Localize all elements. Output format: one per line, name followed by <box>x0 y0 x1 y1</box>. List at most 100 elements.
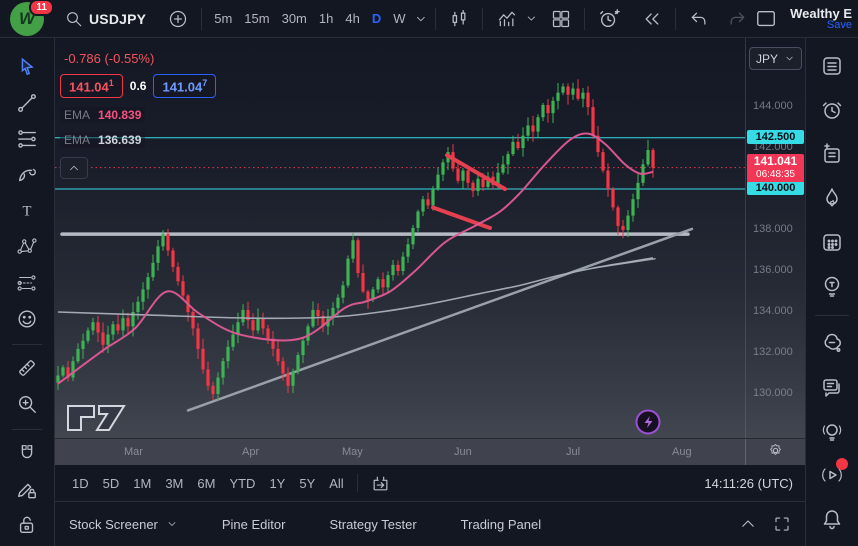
timeframe-1h[interactable]: 1h <box>313 7 339 30</box>
bid-price: 141.04 <box>69 79 109 94</box>
layout-manager-button[interactable]: Wealthy E Save <box>786 7 852 31</box>
range-5y[interactable]: 5Y <box>292 472 322 495</box>
save-layout-link[interactable]: Save <box>786 20 852 31</box>
ema-fast-legend[interactable]: EMA140.839 <box>60 107 145 123</box>
date-range-toolbar: 1D 5D 1M 3M 6M YTD 1Y 5Y All 14:11:26 (U… <box>55 465 805 502</box>
buy-price-button[interactable]: 141.047 <box>153 74 216 98</box>
undo-button[interactable] <box>682 5 716 33</box>
hotlists-button[interactable] <box>814 180 850 215</box>
price-level-badge[interactable]: 140.000 <box>747 181 804 195</box>
search-icon <box>65 10 83 28</box>
chevron-up-icon <box>67 161 81 175</box>
bid-pip: 1 <box>109 78 114 88</box>
legend-collapse-button[interactable] <box>60 157 88 179</box>
minds-button[interactable] <box>814 326 850 361</box>
indicators-icon <box>496 9 518 29</box>
flag-trend-line[interactable] <box>433 207 490 228</box>
tab-strategy-tester[interactable]: Strategy Tester <box>329 517 416 532</box>
time-axis-label: Mar <box>124 446 143 458</box>
watchlist-button[interactable] <box>814 48 850 83</box>
magnet-mode-button[interactable] <box>10 436 44 470</box>
range-6m[interactable]: 6M <box>190 472 222 495</box>
timeframe-1w[interactable]: W <box>387 7 411 30</box>
chart-settings-button[interactable] <box>767 442 784 462</box>
live-streams-button[interactable] <box>814 458 850 493</box>
time-axis[interactable]: MarAprMayJunJulAug <box>55 438 805 465</box>
spread-value: 0.6 <box>130 79 147 93</box>
indicators-button[interactable] <box>489 5 525 33</box>
axis-corner-separator <box>745 439 746 465</box>
range-1y[interactable]: 1Y <box>262 472 292 495</box>
price-axis[interactable]: JPY 144.000142.000138.000136.000134.0001… <box>745 38 805 438</box>
toolbar-separator <box>357 474 358 492</box>
screenshot-rect-icon[interactable] <box>754 8 778 30</box>
range-1d[interactable]: 1D <box>65 472 96 495</box>
range-ytd[interactable]: YTD <box>222 472 262 495</box>
flag-trend-line[interactable] <box>447 155 505 189</box>
clock-utc[interactable]: 14:11:26 (UTC) <box>704 476 795 491</box>
redo-button[interactable] <box>720 5 754 33</box>
time-axis-label: Aug <box>672 446 692 458</box>
lock-all-drawings-button[interactable] <box>10 508 44 542</box>
timeframe-15m[interactable]: 15m <box>238 7 275 30</box>
timeframe-menu-chevron-icon[interactable] <box>414 12 428 26</box>
drawing-toolbar: T <box>0 38 55 546</box>
compare-add-button[interactable] <box>161 5 195 33</box>
timeframe-4h[interactable]: 4h <box>339 7 365 30</box>
range-5d[interactable]: 5D <box>96 472 127 495</box>
timeframe-5m[interactable]: 5m <box>208 7 238 30</box>
chat-button[interactable] <box>814 370 850 405</box>
chevron-down-icon <box>784 53 795 64</box>
account-menu-button[interactable]: W 11 <box>8 1 48 37</box>
tab-pine-editor[interactable]: Pine Editor <box>222 517 286 532</box>
timeframe-30m[interactable]: 30m <box>276 7 313 30</box>
symbol-legend: -0.786 (-0.55%) 141.041 0.6 141.047 EMA1… <box>60 50 216 179</box>
fib-retracement-tool-button[interactable] <box>10 122 44 156</box>
currency-dropdown[interactable]: JPY <box>749 47 802 70</box>
measure-tool-button[interactable] <box>10 351 44 385</box>
go-to-date-icon <box>371 474 390 493</box>
sell-price-button[interactable]: 141.041 <box>60 74 123 98</box>
ideas-button[interactable] <box>814 268 850 303</box>
tab-label: Trading Panel <box>461 517 541 532</box>
drawing-lock-button[interactable] <box>10 472 44 506</box>
data-window-button[interactable] <box>814 136 850 171</box>
price-level-badge[interactable]: 142.500 <box>747 130 804 144</box>
layout-grid-button[interactable] <box>544 5 578 33</box>
bar-replay-button[interactable] <box>635 5 669 33</box>
tab-stock-screener[interactable]: Stock Screener <box>69 517 178 532</box>
price-tick: 132.000 <box>753 346 793 358</box>
create-alert-button[interactable] <box>591 4 627 34</box>
notifications-button[interactable] <box>814 502 850 537</box>
indicators-menu-chevron-icon[interactable] <box>525 12 538 25</box>
range-all[interactable]: All <box>322 472 350 495</box>
trend-line-tool-button[interactable] <box>10 86 44 120</box>
ema-fast-label: EMA <box>64 108 90 122</box>
emoji-tool-button[interactable] <box>10 302 44 336</box>
grid-layout-icon <box>551 9 571 29</box>
timeframe-1d[interactable]: D <box>366 7 387 30</box>
range-3m[interactable]: 3M <box>158 472 190 495</box>
cursor-tool-button[interactable] <box>10 50 44 84</box>
price-change-text: -0.786 (-0.55%) <box>60 50 158 67</box>
text-tool-button[interactable]: T <box>10 194 44 228</box>
xabcd-pattern-tool-button[interactable] <box>10 230 44 264</box>
panel-expand-chevron-icon[interactable] <box>739 515 757 533</box>
range-1m[interactable]: 1M <box>126 472 158 495</box>
calendar-button[interactable] <box>814 224 850 259</box>
go-to-date-button[interactable] <box>364 470 397 497</box>
streams-button[interactable] <box>814 414 850 449</box>
chevron-down-icon <box>166 518 178 530</box>
alerts-button[interactable] <box>814 92 850 127</box>
maximize-panel-icon[interactable] <box>773 515 791 533</box>
ask-price: 141.04 <box>162 79 202 94</box>
forecast-tool-button[interactable] <box>10 266 44 300</box>
chart-canvas[interactable]: -0.786 (-0.55%) 141.041 0.6 141.047 EMA1… <box>55 38 745 438</box>
tab-trading-panel[interactable]: Trading Panel <box>461 517 541 532</box>
symbol-search-button[interactable]: USDJPY <box>58 6 153 32</box>
zoom-in-tool-button[interactable] <box>10 387 44 421</box>
tab-label: Pine Editor <box>222 517 286 532</box>
chart-style-button[interactable] <box>442 5 476 33</box>
brush-tool-button[interactable] <box>10 158 44 192</box>
ema-slow-legend[interactable]: EMA136.639 <box>60 132 145 148</box>
